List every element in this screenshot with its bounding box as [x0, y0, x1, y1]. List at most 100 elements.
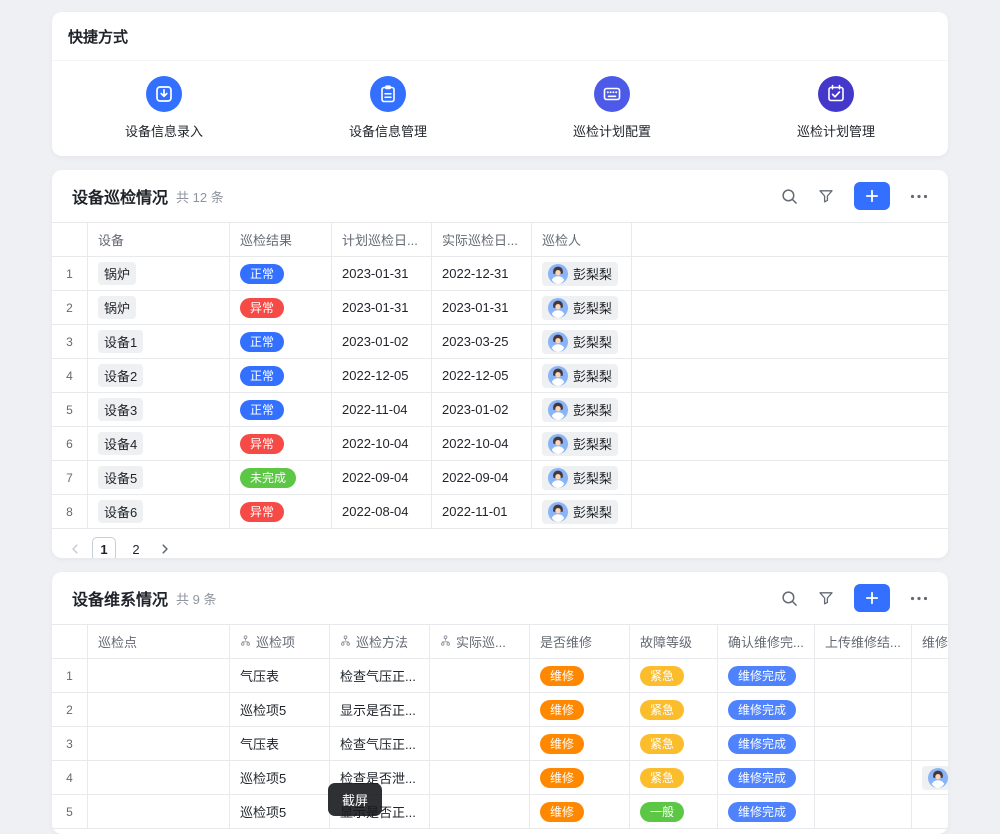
upload-cell[interactable]: [815, 727, 912, 760]
maintenance-add-record-button[interactable]: [854, 584, 890, 612]
device-cell[interactable]: 锅炉: [88, 291, 230, 324]
repairer-cell[interactable]: 彭梨梨: [912, 761, 948, 794]
column-header[interactable]: 确认维修完...: [718, 625, 815, 658]
device-cell[interactable]: 设备1: [88, 325, 230, 358]
inspector-cell[interactable]: 彭梨梨: [532, 359, 632, 392]
inspector-cell[interactable]: 彭梨梨: [532, 257, 632, 290]
point-cell[interactable]: [88, 693, 230, 726]
shortcut-item-3[interactable]: 巡检计划配置: [500, 76, 724, 140]
column-header[interactable]: 故障等级: [630, 625, 718, 658]
column-header[interactable]: 巡检人: [532, 223, 632, 256]
shortcut-item-2[interactable]: 设备信息管理: [276, 76, 500, 140]
inspector-cell[interactable]: 彭梨梨: [532, 461, 632, 494]
level-cell[interactable]: 紧急: [630, 659, 718, 692]
plan-date-cell[interactable]: 2023-01-31: [332, 291, 432, 324]
device-cell[interactable]: 设备5: [88, 461, 230, 494]
repair-cell[interactable]: 维修: [530, 761, 630, 794]
point-cell[interactable]: [88, 727, 230, 760]
upload-cell[interactable]: [815, 659, 912, 692]
shortcut-item-1[interactable]: 设备信息录入: [52, 76, 276, 140]
column-header[interactable]: 巡检项: [230, 625, 330, 658]
confirm-cell[interactable]: 维修完成: [718, 761, 815, 794]
inspector-cell[interactable]: 彭梨梨: [532, 495, 632, 528]
level-cell[interactable]: 紧急: [630, 727, 718, 760]
result-cell[interactable]: 异常: [230, 495, 332, 528]
repairer-cell[interactable]: [912, 727, 948, 760]
upload-cell[interactable]: [815, 693, 912, 726]
maintenance-filter-icon[interactable]: [818, 590, 834, 606]
device-cell[interactable]: 设备6: [88, 495, 230, 528]
prev-page-button[interactable]: [66, 542, 84, 556]
result-cell[interactable]: 异常: [230, 427, 332, 460]
page-2[interactable]: 2: [124, 537, 148, 558]
method-cell[interactable]: 检查气压正...: [330, 727, 430, 760]
column-header[interactable]: 实际巡...: [430, 625, 530, 658]
maintenance-search-icon[interactable]: [781, 590, 798, 607]
result-cell[interactable]: 正常: [230, 257, 332, 290]
next-page-button[interactable]: [156, 542, 174, 556]
device-cell[interactable]: 设备3: [88, 393, 230, 426]
confirm-cell[interactable]: 维修完成: [718, 659, 815, 692]
item-cell[interactable]: 气压表: [230, 659, 330, 692]
point-cell[interactable]: [88, 659, 230, 692]
actual-cell[interactable]: [430, 659, 530, 692]
inspection-search-icon[interactable]: [781, 188, 798, 205]
actual-date-cell[interactable]: 2022-09-04: [432, 461, 532, 494]
column-header[interactable]: 维修: [912, 625, 948, 658]
column-header[interactable]: 上传维修结...: [815, 625, 912, 658]
level-cell[interactable]: 紧急: [630, 761, 718, 794]
column-header[interactable]: 设备: [88, 223, 230, 256]
column-header[interactable]: 实际巡检日...: [432, 223, 532, 256]
repairer-cell[interactable]: [912, 659, 948, 692]
result-cell[interactable]: 正常: [230, 325, 332, 358]
actual-date-cell[interactable]: 2023-03-25: [432, 325, 532, 358]
column-header[interactable]: 巡检方法: [330, 625, 430, 658]
inspector-cell[interactable]: 彭梨梨: [532, 427, 632, 460]
inspection-more-icon[interactable]: [910, 194, 928, 199]
repair-cell[interactable]: 维修: [530, 727, 630, 760]
actual-date-cell[interactable]: 2022-12-31: [432, 257, 532, 290]
item-cell[interactable]: 气压表: [230, 727, 330, 760]
actual-cell[interactable]: [430, 693, 530, 726]
device-cell[interactable]: 锅炉: [88, 257, 230, 290]
device-cell[interactable]: 设备2: [88, 359, 230, 392]
confirm-cell[interactable]: 维修完成: [718, 727, 815, 760]
item-cell[interactable]: 巡检项5: [230, 693, 330, 726]
result-cell[interactable]: 正常: [230, 359, 332, 392]
inspector-cell[interactable]: 彭梨梨: [532, 291, 632, 324]
level-cell[interactable]: 紧急: [630, 693, 718, 726]
method-cell[interactable]: 检查气压正...: [330, 659, 430, 692]
page-1[interactable]: 1: [92, 537, 116, 558]
column-header[interactable]: 是否维修: [530, 625, 630, 658]
result-cell[interactable]: 异常: [230, 291, 332, 324]
shortcut-item-4[interactable]: 巡检计划管理: [724, 76, 948, 140]
plan-date-cell[interactable]: 2022-09-04: [332, 461, 432, 494]
plan-date-cell[interactable]: 2022-10-04: [332, 427, 432, 460]
device-cell[interactable]: 设备4: [88, 427, 230, 460]
result-cell[interactable]: 正常: [230, 393, 332, 426]
inspector-cell[interactable]: 彭梨梨: [532, 325, 632, 358]
repairer-cell[interactable]: [912, 693, 948, 726]
repair-cell[interactable]: 维修: [530, 659, 630, 692]
actual-date-cell[interactable]: 2022-11-01: [432, 495, 532, 528]
actual-date-cell[interactable]: 2022-10-04: [432, 427, 532, 460]
plan-date-cell[interactable]: 2022-11-04: [332, 393, 432, 426]
column-header[interactable]: 巡检点: [88, 625, 230, 658]
method-cell[interactable]: 显示是否正...: [330, 693, 430, 726]
item-cell[interactable]: 巡检项5: [230, 761, 330, 794]
inspection-add-record-button[interactable]: [854, 182, 890, 210]
repair-cell[interactable]: 维修: [530, 693, 630, 726]
maintenance-more-icon[interactable]: [910, 596, 928, 601]
plan-date-cell[interactable]: 2023-01-31: [332, 257, 432, 290]
plan-date-cell[interactable]: 2022-12-05: [332, 359, 432, 392]
confirm-cell[interactable]: 维修完成: [718, 693, 815, 726]
actual-date-cell[interactable]: 2022-12-05: [432, 359, 532, 392]
actual-cell[interactable]: [430, 727, 530, 760]
column-header[interactable]: 计划巡检日...: [332, 223, 432, 256]
upload-cell[interactable]: [815, 761, 912, 794]
plan-date-cell[interactable]: 2023-01-02: [332, 325, 432, 358]
inspection-filter-icon[interactable]: [818, 188, 834, 204]
inspector-cell[interactable]: 彭梨梨: [532, 393, 632, 426]
actual-cell[interactable]: [430, 761, 530, 794]
column-header[interactable]: 巡检结果: [230, 223, 332, 256]
